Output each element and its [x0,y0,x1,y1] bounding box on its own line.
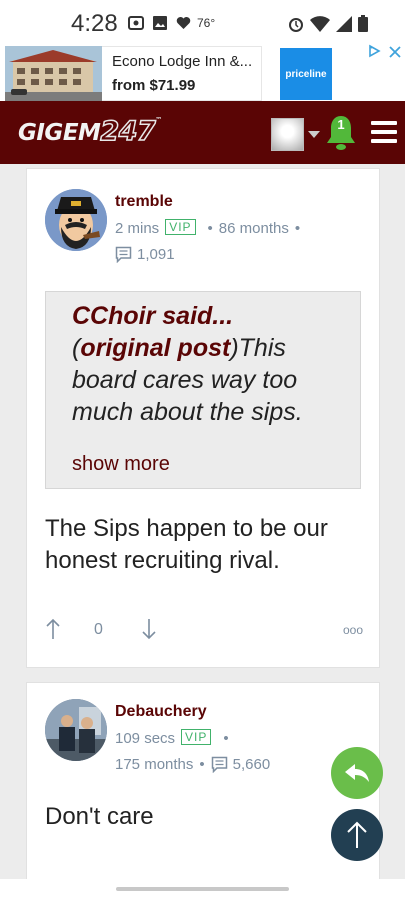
reply-arrow-icon [345,764,369,782]
member-tenure: 86 months [218,220,289,237]
post-time: 109 secs [115,730,176,747]
image-icon [153,16,167,30]
author-avatar[interactable] [45,189,107,251]
reply-button[interactable] [331,747,383,799]
upvote-arrow-icon[interactable] [45,617,61,641]
system-nav-bar [0,879,405,900]
post-body: Don't care [45,803,154,830]
show-more-link[interactable]: show more [72,453,170,476]
scroll-to-top-button[interactable] [331,809,383,861]
post-meta: 2 mins VIP • 86 months • 1,091 [115,219,301,263]
status-time: 4:28 [71,10,118,37]
notifications-button[interactable]: 1 [326,115,356,151]
adchoices-icon[interactable] [367,44,383,58]
downvote-arrow-icon[interactable] [141,617,157,641]
comment-icon [115,246,132,263]
member-tenure: 175 months [115,756,194,773]
wifi-icon [310,15,330,32]
heart-icon [176,17,191,29]
ad-banner[interactable]: Econo Lodge Inn &... from $71.99 priceli… [0,44,405,101]
ad-brand-logo[interactable]: priceline [280,48,332,100]
author-post-count: 1,091 [137,246,175,263]
ad-hotel-image[interactable] [5,46,102,101]
arrow-up-icon [347,821,367,848]
original-post-link[interactable]: original post [80,334,230,362]
logo-tm: ™ [155,116,162,124]
ad-title[interactable]: Econo Lodge Inn &... [112,53,252,70]
site-header: GIGEM247™ 1 [0,101,405,164]
notification-count: 1 [337,117,345,132]
ad-price[interactable]: from $71.99 [112,77,195,94]
post-card: Debauchery 109 secs VIP • 175 months • 5,660… [26,682,380,900]
quote-block: CChoir said... (original post)This board … [45,291,361,489]
status-bar: 4:28 76° [0,0,405,44]
ad-text-card[interactable]: Econo Lodge Inn &... from $71.99 [102,46,262,101]
temperature: 76° [197,16,216,30]
comment-icon [211,756,227,773]
quote-author: CChoir said... [72,302,234,330]
signal-icon [336,15,352,32]
author-avatar[interactable] [45,699,107,761]
home-gesture-pill[interactable] [116,887,289,891]
post-card: tremble 2 mins VIP • 86 months • 1,091 CChoi… [26,168,380,668]
author-post-count: 5,660 [232,756,271,773]
vote-row: 0 ooo [45,617,363,643]
alarm-icon [289,17,303,32]
quote-paren-close: ) [230,334,239,362]
author-name[interactable]: tremble [115,193,173,211]
cast-icon [128,16,144,30]
chevron-down-icon[interactable] [308,131,320,138]
vote-count: 0 [94,621,103,638]
site-logo[interactable]: GIGEM247™ [18,115,162,148]
vip-badge: VIP [181,729,212,745]
post-time: 2 mins [115,220,160,237]
logo-number: 247 [100,115,157,148]
vip-badge: VIP [165,219,196,235]
post-body: The Sips happen to be our honest recruit… [45,515,328,574]
hamburger-menu-icon[interactable] [371,121,397,143]
quote-text: CChoir said... (original post)This board … [72,300,342,428]
post-meta: 109 secs VIP • 175 months • 5,660 [115,729,271,773]
author-name[interactable]: Debauchery [115,703,207,721]
user-avatar[interactable] [271,118,304,151]
more-options-button[interactable]: ooo [343,623,363,637]
ad-close-icon[interactable] [389,46,401,58]
battery-icon [358,15,368,32]
logo-prefix: GIGEM [18,120,101,146]
